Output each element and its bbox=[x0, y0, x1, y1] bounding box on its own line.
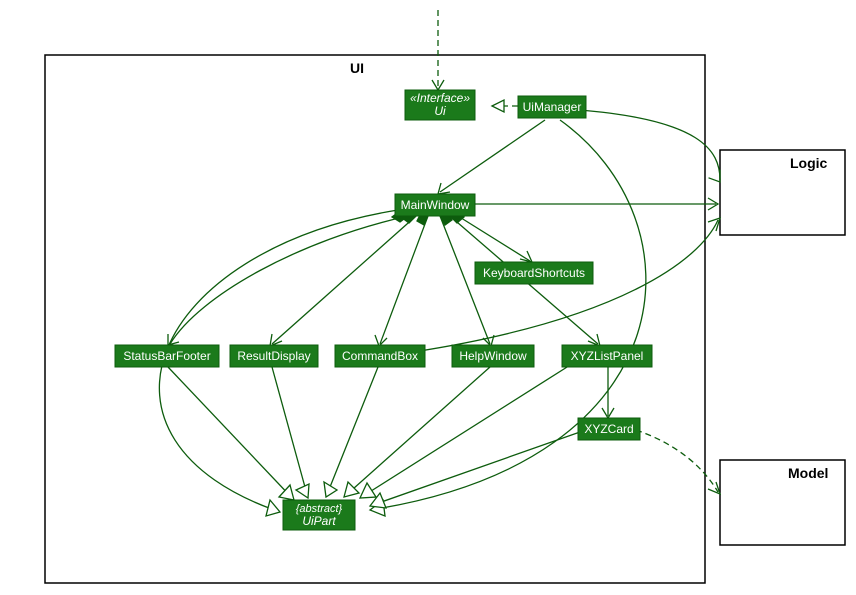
edge-xyzcard-to-model bbox=[636, 430, 720, 494]
edge-uimanager-realizes-ui bbox=[492, 100, 518, 112]
uml-diagram: UI Logic Model bbox=[0, 0, 856, 595]
svg-text:XYZListPanel: XYZListPanel bbox=[571, 349, 644, 363]
node-xyzlist: XYZListPanel bbox=[562, 345, 652, 367]
node-result: ResultDisplay bbox=[230, 345, 318, 367]
node-status: StatusBarFooter bbox=[115, 345, 219, 367]
node-cmdbox: CommandBox bbox=[335, 345, 425, 367]
svg-text:Ui: Ui bbox=[434, 104, 446, 118]
edge-uimanager-to-logic bbox=[580, 110, 726, 186]
node-help: HelpWindow bbox=[452, 345, 534, 367]
svg-text:MainWindow: MainWindow bbox=[401, 198, 470, 212]
edge-uimanager-inh-uipart bbox=[370, 120, 646, 516]
edge-help-inh-uipart bbox=[344, 367, 490, 497]
svg-text:UiPart: UiPart bbox=[302, 514, 336, 528]
svg-text:«Interface»: «Interface» bbox=[410, 91, 470, 105]
edge-mw-comp-cmdbox bbox=[375, 213, 428, 346]
edge-external-to-ui bbox=[432, 10, 444, 90]
package-model: Model bbox=[720, 460, 845, 545]
edge-status-inh-uipart bbox=[168, 367, 294, 500]
edge-mw-comp-result bbox=[270, 210, 416, 346]
package-logic-label: Logic bbox=[790, 155, 828, 171]
edge-xyzlist-inh-uipart bbox=[360, 362, 575, 498]
edge-mw-comp-status bbox=[168, 211, 408, 345]
svg-text:XYZCard: XYZCard bbox=[584, 422, 633, 436]
node-xyzcard: XYZCard bbox=[578, 418, 640, 440]
edge-result-inh-uipart bbox=[272, 367, 309, 498]
node-uipart: {abstract} UiPart bbox=[283, 500, 355, 530]
edge-cmdbox-to-logic bbox=[413, 218, 720, 352]
edge-xyzcard-inh-uipart bbox=[370, 432, 580, 508]
node-mainwindow: MainWindow bbox=[395, 194, 475, 216]
svg-text:CommandBox: CommandBox bbox=[342, 349, 418, 363]
svg-text:ResultDisplay: ResultDisplay bbox=[237, 349, 310, 363]
svg-text:UiManager: UiManager bbox=[523, 100, 582, 114]
node-kbshort: KeyboardShortcuts bbox=[475, 262, 593, 284]
node-uimanager: UiManager bbox=[518, 96, 586, 118]
edge-uimanager-to-mainwindow bbox=[438, 120, 545, 194]
edge-cmdbox-inh-uipart bbox=[324, 367, 378, 497]
svg-text:KeyboardShortcuts: KeyboardShortcuts bbox=[483, 266, 585, 280]
package-ui-label: UI bbox=[350, 60, 364, 76]
edge-mainwindow-to-logic bbox=[470, 198, 718, 210]
node-ui: «Interface» Ui bbox=[405, 90, 475, 120]
svg-text:HelpWindow: HelpWindow bbox=[459, 349, 527, 363]
package-logic: Logic bbox=[720, 150, 845, 235]
package-model-label: Model bbox=[788, 465, 828, 481]
edge-xyzlist-to-xyzcard bbox=[602, 367, 614, 418]
svg-text:StatusBarFooter: StatusBarFooter bbox=[123, 349, 210, 363]
